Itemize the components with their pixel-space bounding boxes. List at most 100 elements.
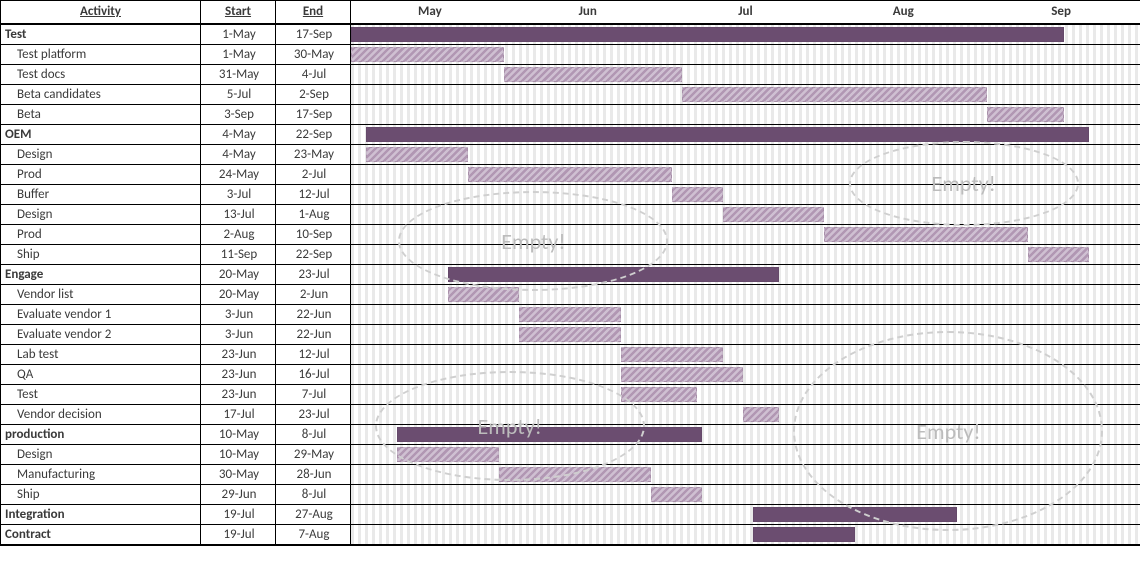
timeline-row — [351, 525, 1140, 545]
end-date: 23-Jul — [276, 405, 351, 425]
timeline-row — [351, 185, 1140, 205]
header-start: Start — [201, 1, 276, 25]
activity-label: Prod — [1, 165, 201, 185]
timeline-row — [351, 325, 1140, 345]
start-date: 24-May — [201, 165, 276, 185]
timeline-row — [351, 485, 1140, 505]
start-date: 3-Jun — [201, 325, 276, 345]
timeline-row — [351, 505, 1140, 525]
start-date: 30-May — [201, 465, 276, 485]
activity-label: Ship — [1, 485, 201, 505]
end-date: 4-Jul — [276, 65, 351, 85]
timeline-row — [351, 385, 1140, 405]
start-date: 23-Jun — [201, 345, 276, 365]
timeline-row — [351, 165, 1140, 185]
start-date: 5-Jul — [201, 85, 276, 105]
start-date: 29-Jun — [201, 485, 276, 505]
activity-label: Integration — [1, 505, 201, 525]
timeline-row — [351, 265, 1140, 285]
timeline-row — [351, 205, 1140, 225]
activity-label: Design — [1, 145, 201, 165]
task-bar — [448, 287, 519, 302]
task-bar — [651, 487, 702, 502]
task-bar — [621, 367, 743, 382]
timeline-row — [351, 85, 1140, 105]
timeline-row — [351, 25, 1140, 45]
month-label: Jun — [509, 1, 667, 23]
end-date: 7-Jul — [276, 385, 351, 405]
end-date: 2-Sep — [276, 85, 351, 105]
month-label: Sep — [982, 1, 1140, 23]
month-label: Jul — [667, 1, 825, 23]
summary-bar — [397, 427, 702, 442]
start-date: 2-Aug — [201, 225, 276, 245]
gantt-chart: Activity Start End MayJunJulAugSep Test1… — [0, 0, 1140, 546]
month-label: May — [351, 1, 509, 23]
end-date: 17-Sep — [276, 105, 351, 125]
start-date: 10-May — [201, 445, 276, 465]
activity-label: Evaluate vendor 1 — [1, 305, 201, 325]
end-date: 12-Jul — [276, 185, 351, 205]
task-bar — [723, 207, 825, 222]
end-date: 28-Jun — [276, 465, 351, 485]
task-bar — [743, 407, 779, 422]
activity-label: Beta — [1, 105, 201, 125]
activity-label: Test — [1, 385, 201, 405]
task-bar — [519, 327, 621, 342]
activity-label: Engage — [1, 265, 201, 285]
end-date: 23-May — [276, 145, 351, 165]
start-date: 3-Jun — [201, 305, 276, 325]
activity-label: Test — [1, 25, 201, 45]
task-bar — [682, 87, 987, 102]
header-end: End — [276, 1, 351, 25]
timeline-row — [351, 465, 1140, 485]
activity-label: QA — [1, 365, 201, 385]
end-date: 8-Jul — [276, 425, 351, 445]
task-bar — [499, 467, 652, 482]
end-date: 27-Aug — [276, 505, 351, 525]
task-bar — [397, 447, 499, 462]
activity-label: Design — [1, 205, 201, 225]
activity-label: Manufacturing — [1, 465, 201, 485]
start-date: 31-May — [201, 65, 276, 85]
start-date: 19-Jul — [201, 525, 276, 545]
end-date: 22-Sep — [276, 245, 351, 265]
start-date: 3-Jul — [201, 185, 276, 205]
start-date: 3-Sep — [201, 105, 276, 125]
task-bar — [621, 387, 697, 402]
activity-label: Buffer — [1, 185, 201, 205]
activity-label: Vendor list — [1, 285, 201, 305]
activity-label: Evaluate vendor 2 — [1, 325, 201, 345]
task-bar — [672, 187, 723, 202]
header-timeline: MayJunJulAugSep — [351, 1, 1140, 25]
timeline-row — [351, 225, 1140, 245]
activity-label: Lab test — [1, 345, 201, 365]
task-bar — [351, 47, 504, 62]
end-date: 10-Sep — [276, 225, 351, 245]
task-bar — [519, 307, 621, 322]
month-label: Aug — [824, 1, 982, 23]
task-bar — [366, 147, 468, 162]
timeline-row — [351, 305, 1140, 325]
timeline-row — [351, 125, 1140, 145]
start-date: 13-Jul — [201, 205, 276, 225]
start-date: 1-May — [201, 25, 276, 45]
activity-label: Test docs — [1, 65, 201, 85]
start-date: 10-May — [201, 425, 276, 445]
start-date: 1-May — [201, 45, 276, 65]
timeline-row — [351, 45, 1140, 65]
timeline-row — [351, 365, 1140, 385]
activity-label: Test platform — [1, 45, 201, 65]
activity-label: Design — [1, 445, 201, 465]
activity-label: Vendor decision — [1, 405, 201, 425]
start-date: 4-May — [201, 125, 276, 145]
end-date: 17-Sep — [276, 25, 351, 45]
summary-bar — [753, 527, 855, 542]
timeline-row — [351, 405, 1140, 425]
timeline-row — [351, 425, 1140, 445]
activity-label: OEM — [1, 125, 201, 145]
summary-bar — [366, 127, 1089, 142]
timeline-row — [351, 65, 1140, 85]
start-date: 20-May — [201, 265, 276, 285]
activity-label: Prod — [1, 225, 201, 245]
